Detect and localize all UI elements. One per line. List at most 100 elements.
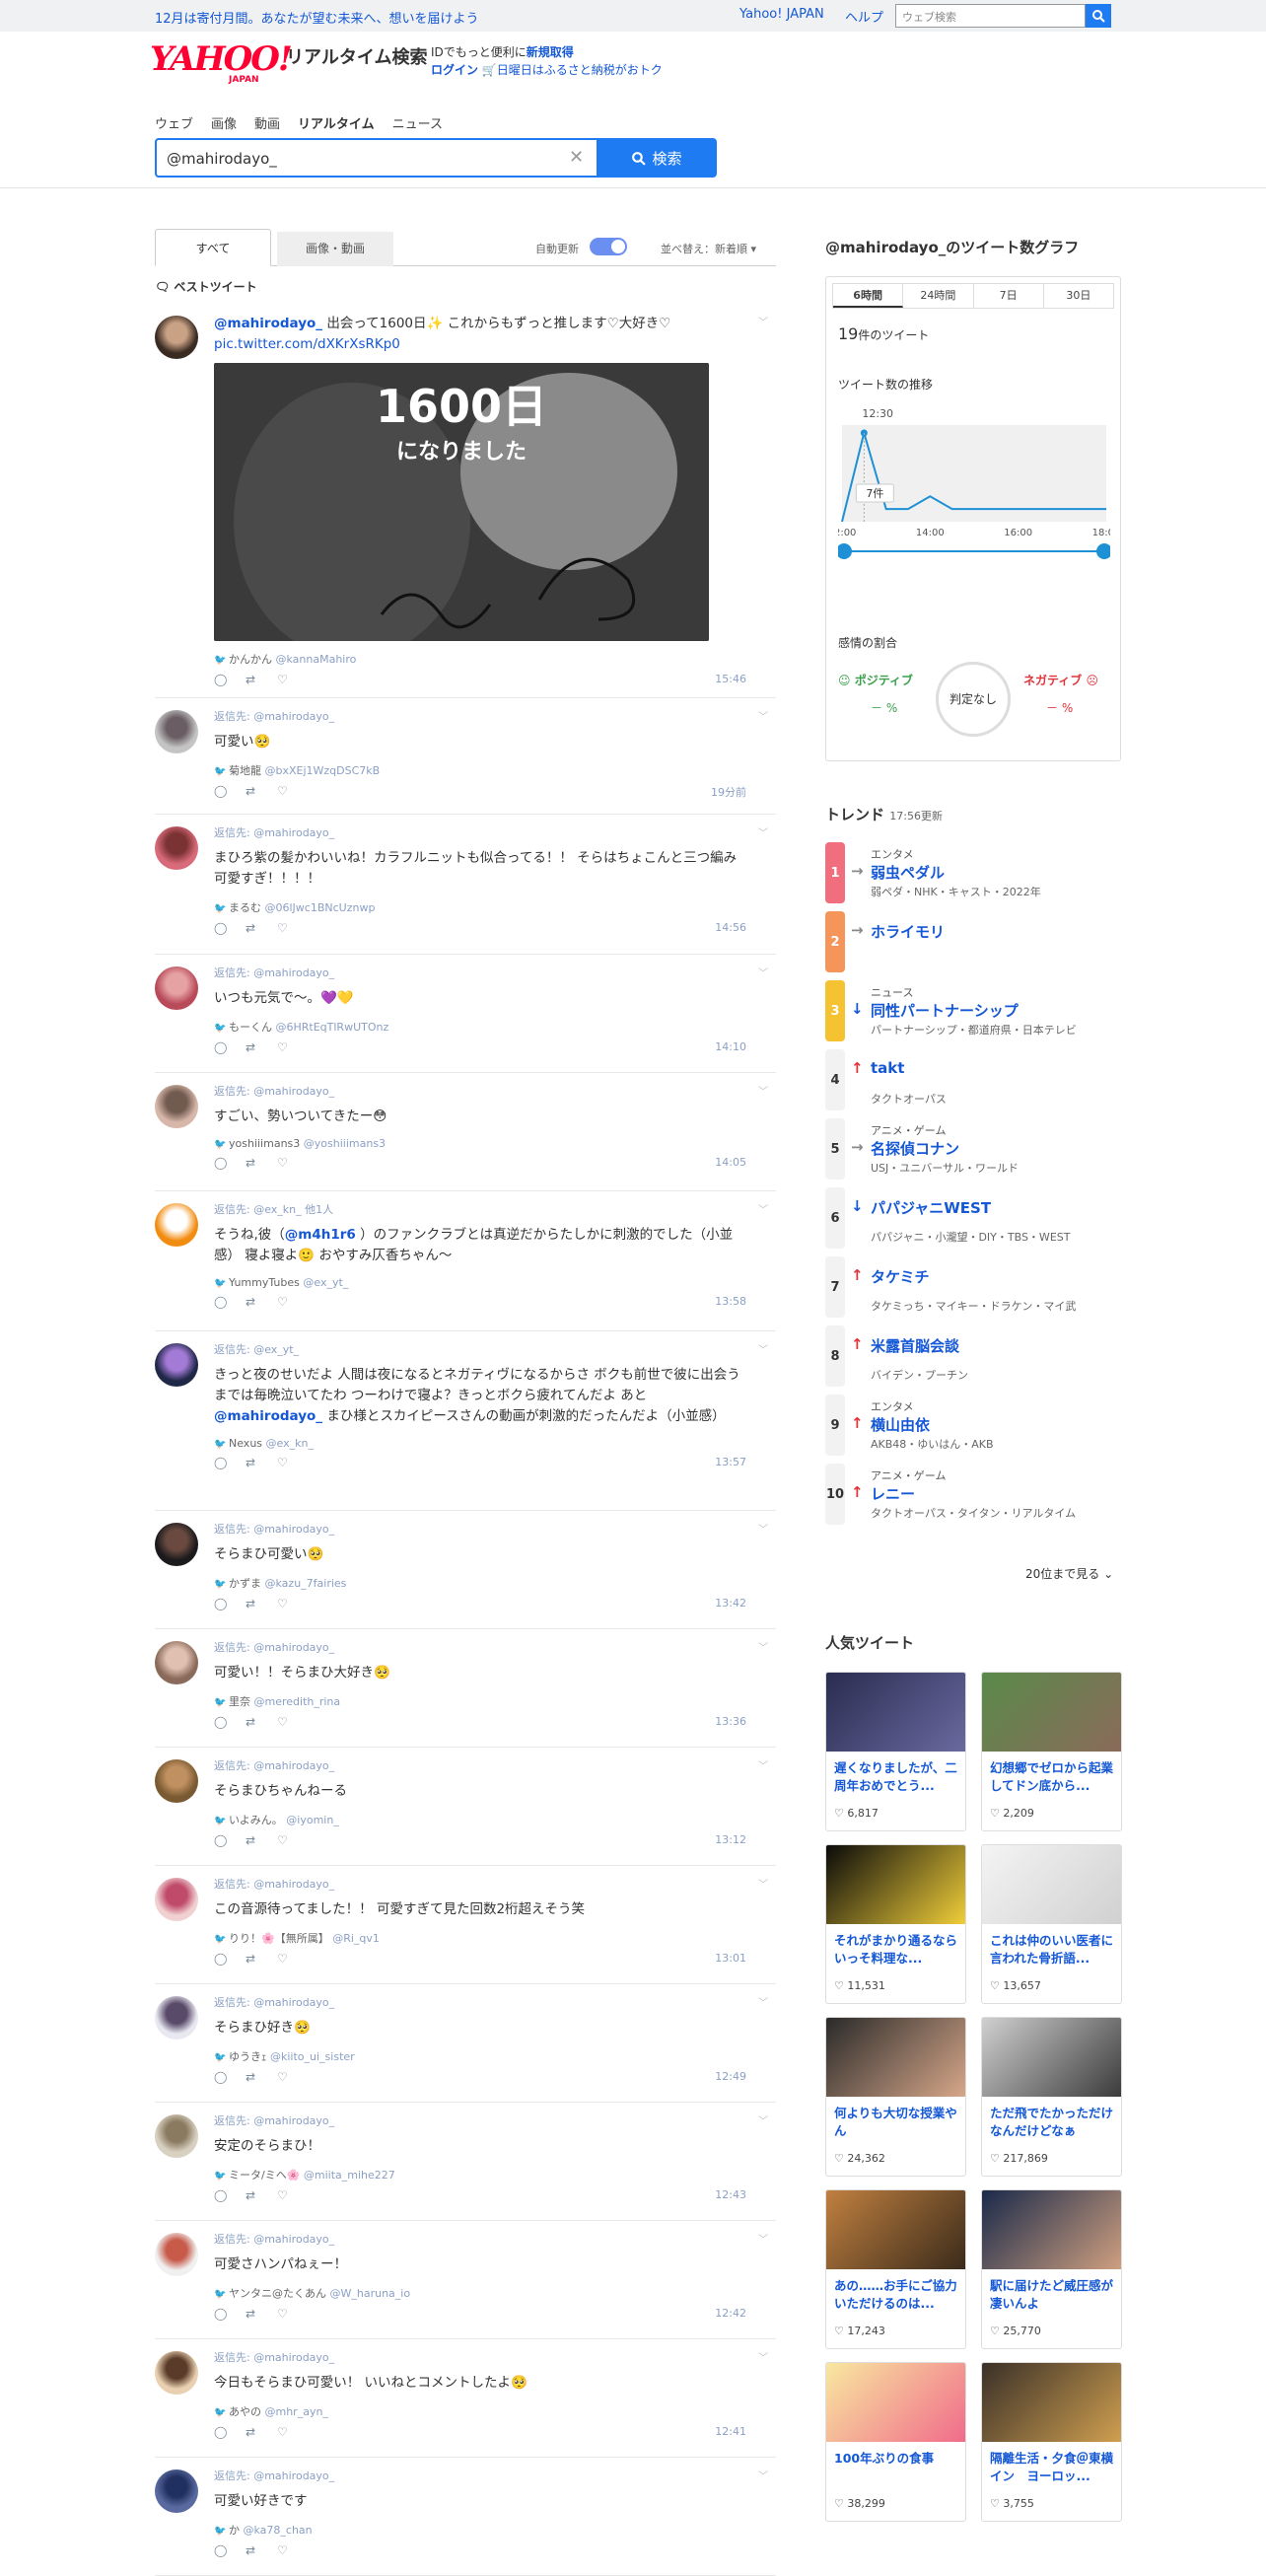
tweet-mention[interactable]: @m4h1r6 <box>285 1227 356 1243</box>
chevron-down-icon[interactable]: ﹀ <box>758 2112 768 2127</box>
tweet-author[interactable]: 🐦 あやの @mhr_ayn_ <box>214 2403 746 2419</box>
popular-tweet-card[interactable]: 100年ぶりの食事 ♡ 38,299 <box>825 2362 966 2522</box>
donation-banner-link[interactable]: 12月は寄付月間。あなたが望む未来へ、想いを届けよう <box>155 8 479 27</box>
tweet-time[interactable]: 14:05 <box>715 1156 746 1169</box>
search-button[interactable]: 検索 <box>597 138 717 178</box>
trend-item[interactable]: 9 ↑ エンタメ 横山由依 AKB48・ゆいはん・AKB <box>825 1395 1121 1456</box>
reply-icon[interactable]: ◯ <box>214 1833 227 1847</box>
chevron-down-icon[interactable]: ﹀ <box>758 1521 768 1536</box>
popular-tweet-card[interactable]: ただ飛でたかっただけなんだけどなぁ ♡ 217,869 <box>981 2017 1122 2177</box>
reply-to[interactable]: 返信先: @mahirodayo_ <box>214 1083 746 1099</box>
tweet-author[interactable]: 🐦 いよみん。 @iyomin_ <box>214 1812 746 1827</box>
reply-to[interactable]: 返信先: @mahirodayo_ <box>214 1994 746 2010</box>
popular-tweet-card[interactable]: 遅くなりましたが、二周年おめでとう... ♡ 6,817 <box>825 1672 966 1831</box>
like-icon[interactable]: ♡ <box>277 673 288 686</box>
trend-name[interactable]: 名探偵コナン <box>871 1138 959 1159</box>
popular-tweet-image[interactable] <box>826 1845 965 1924</box>
trend-item[interactable]: 8 ↑ 米露首脳会談 バイデン・プーチン <box>825 1325 1121 1387</box>
tweet-author[interactable]: 🐦 かずま @kazu_7fairies <box>214 1575 746 1591</box>
chevron-down-icon[interactable]: ﹀ <box>758 1201 768 1216</box>
login-link[interactable]: ログイン <box>431 63 478 77</box>
like-icon[interactable]: ♡ <box>277 1597 288 1610</box>
chevron-down-icon[interactable]: ﹀ <box>758 1083 768 1098</box>
retweet-icon[interactable]: ⇄ <box>246 2070 255 2084</box>
like-icon[interactable]: ♡ <box>277 2307 288 2321</box>
trend-item[interactable]: 6 ↓ パパジャニWEST パパジャニ・小瀧望・DIY・TBS・WEST <box>825 1187 1121 1249</box>
popular-tweet-text[interactable]: 幻想郷でゼロから起業してドン底から... <box>990 1759 1116 1795</box>
popular-tweet-image[interactable] <box>982 1845 1121 1924</box>
trend-name[interactable]: 横山由依 <box>871 1414 930 1435</box>
trend-item[interactable]: 5 → アニメ・ゲーム 名探偵コナン USJ・ユニバーサル・ワールド <box>825 1118 1121 1180</box>
nav-video[interactable]: 動画 <box>254 117 280 132</box>
reply-icon[interactable]: ◯ <box>214 1952 227 1966</box>
popular-tweet-card[interactable]: 隔離生活・夕食＠東横イン ヨーロッ... ♡ 3,755 <box>981 2362 1122 2522</box>
trend-name[interactable]: takt <box>871 1059 904 1077</box>
retweet-icon[interactable]: ⇄ <box>246 1833 255 1847</box>
tweet-author[interactable]: 🐦 YummyTubes @ex_yt_ <box>214 1276 746 1289</box>
popular-tweet-image[interactable] <box>826 2190 965 2269</box>
chevron-down-icon[interactable]: ﹀ <box>758 1757 768 1772</box>
popular-tweet-text[interactable]: ただ飛でたかっただけなんだけどなぁ <box>990 2105 1116 2140</box>
reply-icon[interactable]: ◯ <box>214 784 227 798</box>
yahoo-logo[interactable]: YAHOO! JAPAN <box>150 41 293 85</box>
reply-to[interactable]: 返信先: @mahirodayo_ <box>214 2468 746 2483</box>
trend-item[interactable]: 4 ↑ takt タクトオーパス <box>825 1049 1121 1110</box>
retweet-icon[interactable]: ⇄ <box>246 784 255 798</box>
user-avatar[interactable] <box>155 2114 198 2158</box>
user-avatar[interactable] <box>155 710 198 753</box>
like-icon[interactable]: ♡ <box>277 1040 288 1054</box>
furusato-promo-link[interactable]: 日曜日はふるさと納税がおトク <box>497 63 663 77</box>
chevron-down-icon[interactable]: ﹀ <box>758 2231 768 2246</box>
tweet-author[interactable]: 🐦 まるむ @06lJwc1BNcUznwp <box>214 899 746 915</box>
retweet-icon[interactable]: ⇄ <box>246 2188 255 2202</box>
popular-tweet-text[interactable]: 遅くなりましたが、二周年おめでとう... <box>834 1759 960 1795</box>
popular-tweet-card[interactable]: 幻想郷でゼロから起業してドン底から... ♡ 2,209 <box>981 1672 1122 1831</box>
graph-tab-24h[interactable]: 24時間 <box>903 284 974 308</box>
tweet-author[interactable]: 🐦 ヤンタニ@たくあん @W_haruna_io <box>214 2285 746 2301</box>
like-icon[interactable]: ♡ <box>277 1952 288 1966</box>
trend-name[interactable]: ホライモリ <box>871 921 945 942</box>
tweet-time[interactable]: 12:41 <box>715 2425 746 2438</box>
popular-tweet-image[interactable] <box>982 2363 1121 2442</box>
reply-to[interactable]: 返信先: @ex_yt_ <box>214 1341 746 1357</box>
tweet-author[interactable]: 🐦 Nexus @ex_kn_ <box>214 1437 746 1450</box>
tweet-author[interactable]: 🐦 yoshiiimans3 @yoshiiimans3 <box>214 1137 746 1150</box>
retweet-icon[interactable]: ⇄ <box>246 1456 255 1469</box>
popular-tweet-image[interactable] <box>982 1673 1121 1752</box>
tweet-pic-link[interactable]: pic.twitter.com/dXKrXsRKp0 <box>214 336 400 352</box>
retweet-icon[interactable]: ⇄ <box>246 673 255 686</box>
tweet-image[interactable]: 1600日 になりました <box>214 363 709 641</box>
tweet-mention[interactable]: @mahirodayo_ <box>214 316 322 331</box>
popular-tweet-card[interactable]: これは仲のいい医者に言われた骨折語... ♡ 13,657 <box>981 1844 1122 2004</box>
chevron-down-icon[interactable]: ﹀ <box>758 1341 768 1356</box>
yahoo-japan-link[interactable]: Yahoo! JAPAN <box>739 7 824 22</box>
reply-to[interactable]: 返信先: @mahirodayo_ <box>214 824 746 840</box>
tweet-trend-chart[interactable]: 12:30 7件 12:00 14:00 16:00 18:00 <box>838 395 1110 632</box>
retweet-icon[interactable]: ⇄ <box>246 2425 255 2439</box>
tweet-time[interactable]: 12:42 <box>715 2307 746 2320</box>
tweet-author[interactable]: 🐦 里奈 @meredith_rina <box>214 1693 746 1709</box>
reply-icon[interactable]: ◯ <box>214 673 227 686</box>
tweet-mention[interactable]: @mahirodayo_ <box>214 1408 322 1424</box>
user-avatar[interactable] <box>155 826 198 870</box>
reply-to[interactable]: 返信先: @mahirodayo_ <box>214 2231 746 2247</box>
clear-icon[interactable]: ✕ <box>569 147 584 168</box>
chevron-down-icon[interactable]: ﹀ <box>758 1876 768 1891</box>
reply-icon[interactable]: ◯ <box>214 2188 227 2202</box>
tweet-author[interactable]: 🐦 ミータ/ミヘ🌸 @miita_mihe227 <box>214 2167 746 2182</box>
tweet-time[interactable]: 19分前 <box>711 784 746 800</box>
tweet-time[interactable]: 15:46 <box>715 673 746 685</box>
retweet-icon[interactable]: ⇄ <box>246 1295 255 1309</box>
graph-tab-30d[interactable]: 30日 <box>1044 284 1113 308</box>
tweet-time[interactable]: 13:57 <box>715 1456 746 1468</box>
trend-name[interactable]: タケミチ <box>871 1266 930 1287</box>
search-input[interactable]: @mahirodayo_ <box>155 138 598 178</box>
user-avatar[interactable] <box>155 1343 198 1387</box>
help-link[interactable]: ヘルプ <box>845 7 883 26</box>
reply-icon[interactable]: ◯ <box>214 2543 227 2557</box>
reply-to[interactable]: 返信先: @mahirodayo_ <box>214 2112 746 2128</box>
like-icon[interactable]: ♡ <box>277 2425 288 2439</box>
nav-news[interactable]: ニュース <box>392 117 443 132</box>
range-slider-handle-start[interactable] <box>838 543 852 559</box>
like-icon[interactable]: ♡ <box>277 784 288 798</box>
